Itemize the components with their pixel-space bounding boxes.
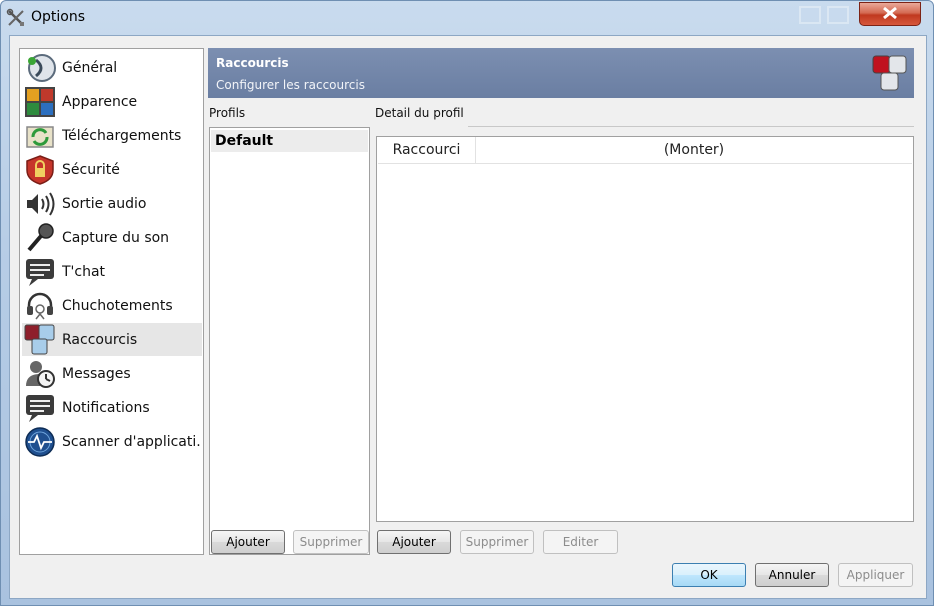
delete-profile-button[interactable]: Supprimer	[293, 530, 369, 554]
nav-label: Général	[62, 59, 118, 76]
nav-item-shortcuts[interactable]: Raccourcis	[22, 323, 202, 356]
profile-detail-label: Detail du profil	[375, 106, 464, 120]
security-icon	[24, 154, 56, 186]
cancel-button[interactable]: Annuler	[755, 563, 829, 587]
ok-button[interactable]: OK	[672, 563, 746, 587]
shortcut-table[interactable]: Raccourci (Monter)	[376, 136, 914, 522]
profile-item-default[interactable]: Default	[211, 130, 368, 152]
nav-item-sound-capture[interactable]: Capture du son	[22, 221, 202, 254]
scanner-icon	[24, 426, 56, 458]
close-button[interactable]	[859, 2, 921, 26]
add-shortcut-button[interactable]: Ajouter	[377, 530, 451, 554]
dialog-client-area: Général Apparence Téléchargements Sécuri…	[9, 35, 927, 599]
profile-detail-divider	[468, 126, 914, 127]
nav-label: Téléchargements	[62, 127, 182, 144]
appearance-icon	[24, 86, 56, 118]
tools-icon	[6, 8, 26, 28]
section-subtitle: Configurer les raccourcis	[216, 78, 365, 92]
background-window-ghost	[796, 5, 856, 27]
microphone-icon	[24, 222, 56, 254]
chat-icon	[24, 256, 56, 288]
apply-button[interactable]: Appliquer	[838, 563, 913, 587]
downloads-icon	[24, 120, 56, 152]
title-bar[interactable]: Options	[1, 1, 933, 35]
shortcuts-icon	[872, 54, 908, 92]
headset-icon	[24, 290, 56, 322]
nav-label: Chuchotements	[62, 297, 173, 314]
nav-label: Apparence	[62, 93, 138, 110]
general-icon	[24, 52, 56, 84]
profiles-list[interactable]: Default	[209, 127, 370, 555]
section-title: Raccourcis	[216, 56, 289, 70]
nav-item-notifications[interactable]: Notifications	[22, 391, 202, 424]
nav-item-audio-output[interactable]: Sortie audio	[22, 187, 202, 220]
nav-label: Notifications	[62, 399, 150, 416]
speaker-icon	[24, 188, 56, 220]
nav-item-security[interactable]: Sécurité	[22, 153, 202, 186]
nav-label: Messages	[62, 365, 131, 382]
nav-item-general[interactable]: Général	[22, 51, 202, 84]
nav-label: Scanner d'applicati...	[62, 433, 202, 450]
nav-label: Raccourcis	[62, 331, 138, 348]
nav-label: Sécurité	[62, 161, 120, 178]
nav-item-downloads[interactable]: Téléchargements	[22, 119, 202, 152]
nav-item-whispers[interactable]: Chuchotements	[22, 289, 202, 322]
messages-icon	[24, 358, 56, 390]
nav-item-chat[interactable]: T'chat	[22, 255, 202, 288]
nav-item-appearance[interactable]: Apparence	[22, 85, 202, 118]
nav-label: Sortie audio	[62, 195, 147, 212]
options-nav-list: Général Apparence Téléchargements Sécuri…	[19, 48, 204, 555]
delete-shortcut-button[interactable]: Supprimer	[460, 530, 534, 554]
nav-label: Capture du son	[62, 229, 170, 246]
notifications-icon	[24, 392, 56, 424]
nav-label: T'chat	[62, 263, 106, 280]
close-icon	[881, 5, 899, 24]
profiles-label: Profils	[209, 106, 246, 120]
nav-item-messages[interactable]: Messages	[22, 357, 202, 390]
shortcuts-icon	[24, 324, 56, 356]
section-header-banner: Raccourcis Configurer les raccourcis	[208, 48, 914, 98]
options-window: Options Général Apparence Téléchargement…	[0, 0, 934, 606]
column-header-shortcut[interactable]: Raccourci	[378, 137, 476, 164]
window-title: Options	[31, 9, 86, 25]
edit-shortcut-button[interactable]: Editer	[543, 530, 618, 554]
add-profile-button[interactable]: Ajouter	[211, 530, 285, 554]
nav-item-app-scanner[interactable]: Scanner d'applicati...	[22, 425, 202, 458]
column-header-move-up[interactable]: (Monter)	[476, 137, 912, 164]
